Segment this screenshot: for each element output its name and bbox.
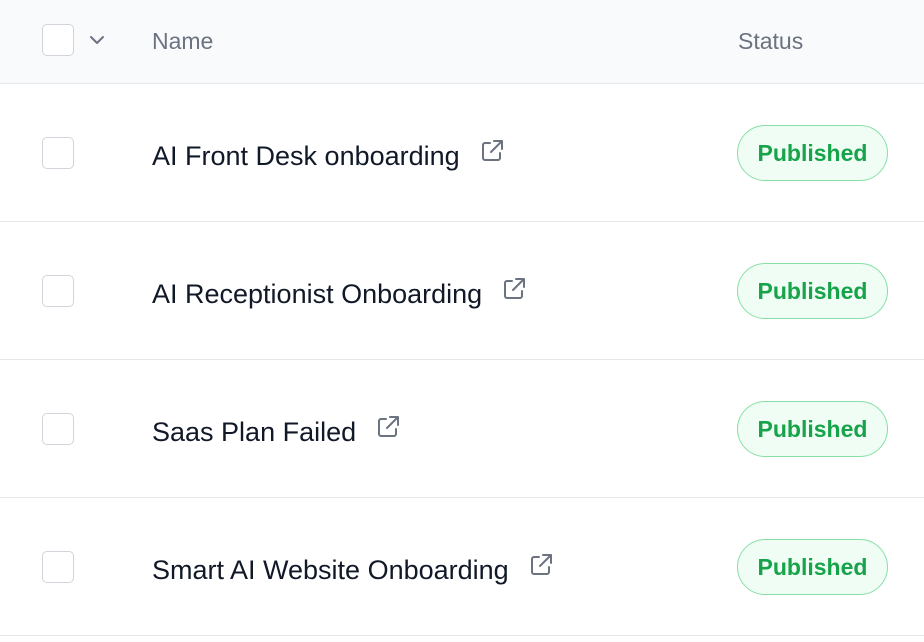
external-link-icon[interactable]	[527, 551, 555, 579]
external-link-icon[interactable]	[478, 137, 506, 165]
table-header: Name Status	[0, 0, 924, 84]
status-badge: Published	[737, 125, 888, 181]
table-row[interactable]: AI Front Desk onboarding Published	[0, 84, 924, 222]
row-checkbox[interactable]	[42, 137, 74, 169]
status-badge: Published	[737, 539, 888, 595]
row-name-link[interactable]: Saas Plan Failed	[152, 416, 356, 448]
row-checkbox[interactable]	[42, 413, 74, 445]
row-name-link[interactable]: AI Front Desk onboarding	[152, 140, 460, 172]
status-badge: Published	[737, 401, 888, 457]
external-link-icon[interactable]	[374, 413, 402, 441]
row-checkbox[interactable]	[42, 275, 74, 307]
funnels-table: Name Status AI Front Desk onboarding Pub…	[0, 0, 924, 642]
table-row[interactable]: AI Receptionist Onboarding Published	[0, 222, 924, 360]
row-name-cell: AI Front Desk onboarding	[152, 140, 506, 172]
row-name-cell: AI Receptionist Onboarding	[152, 278, 528, 310]
table-row[interactable]: Smart AI Website Onboarding Published	[0, 498, 924, 636]
column-header-status[interactable]: Status	[738, 28, 803, 54]
external-link-icon[interactable]	[500, 275, 528, 303]
select-all-checkbox[interactable]	[42, 24, 74, 56]
row-name-link[interactable]: AI Receptionist Onboarding	[152, 278, 482, 310]
row-name-link[interactable]: Smart AI Website Onboarding	[152, 554, 509, 586]
row-checkbox[interactable]	[42, 551, 74, 583]
row-name-cell: Saas Plan Failed	[152, 416, 402, 448]
table-row[interactable]: Saas Plan Failed Published	[0, 360, 924, 498]
row-name-cell: Smart AI Website Onboarding	[152, 554, 555, 586]
status-badge: Published	[737, 263, 888, 319]
column-header-name[interactable]: Name	[152, 28, 213, 54]
chevron-down-icon[interactable]	[86, 29, 108, 51]
